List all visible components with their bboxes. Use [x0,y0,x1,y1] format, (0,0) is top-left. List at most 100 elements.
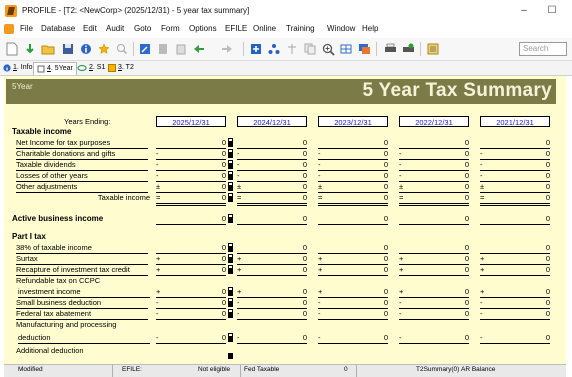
row-label: Refundable tax on CCPC [16,276,101,285]
maximize-button[interactable]: ☐ [540,3,564,19]
calculator-icon[interactable] [155,41,171,57]
amount-value: 0 [302,243,307,252]
menu-options[interactable]: Options [189,24,217,33]
override-marker-icon[interactable] [228,254,233,263]
window-switch-icon[interactable] [356,41,372,57]
amount-value: 0 [302,182,307,191]
menu-goto[interactable]: Goto [134,24,151,33]
add-form-icon[interactable] [248,41,264,57]
amount-value: 0 [545,265,550,274]
override-marker-icon[interactable] [228,298,233,307]
form-banner: 5Year 5 Year Tax Summary [6,79,556,104]
clipboard-icon[interactable] [173,41,189,57]
tab-info[interactable]: 1. Info [3,62,32,74]
section-heading: Part I tax [4,231,566,242]
override-marker-icon[interactable] [228,171,233,180]
tab-s1[interactable]: 2. S1 [77,62,105,74]
amount-field[interactable]: = 0 [156,192,233,206]
override-marker-icon[interactable] [228,353,233,359]
back-arrow-icon[interactable] [191,41,207,57]
operator-sign: - [318,309,321,318]
row-manufacturing: deduction -0-0-0-0-0 [4,332,566,344]
operator-sign: - [237,333,240,342]
edit-icon[interactable] [137,41,153,57]
amount-value: 0 [383,298,388,307]
row-rate38: 38% of taxable income 0 0 0 0 0 [4,242,566,254]
print-preview-icon[interactable] [400,41,416,57]
amount-value: 0 [464,309,469,318]
link-tab-icon [77,64,87,72]
amount-value: 0 [383,138,388,147]
menu-database[interactable]: Database [41,24,75,33]
menu-help[interactable]: Help [362,24,378,33]
tree-view-icon[interactable] [266,41,282,57]
minimize-button[interactable]: – [512,3,536,19]
menu-edit[interactable]: Edit [83,24,97,33]
status-modified: Modified [18,366,43,373]
new-document-icon[interactable] [4,41,20,57]
override-marker-icon[interactable] [228,309,233,318]
row-label: Manufacturing and processing [16,320,117,329]
override-marker-icon[interactable] [228,138,233,147]
override-marker-icon[interactable] [228,287,233,296]
row-label: deduction [18,332,150,344]
import-icon[interactable] [22,41,38,57]
document-menu-icon[interactable] [4,24,14,34]
operator-sign: + [237,254,242,263]
menu-efile[interactable]: EFILE [225,24,247,33]
override-marker-icon[interactable] [228,243,233,252]
override-marker-icon[interactable] [228,160,233,169]
row-charitable: Charitable donations and gifts -0-0-0-0-0 [4,148,566,160]
override-marker-icon[interactable] [228,214,233,223]
star-icon[interactable] [96,41,112,57]
form-code: 5Year [12,82,33,91]
menu-form[interactable]: Form [161,24,180,33]
override-marker-icon[interactable] [228,265,233,274]
amount-value: 0 [383,149,388,158]
save-icon[interactable] [60,41,76,57]
scales-icon[interactable] [284,41,300,57]
operator-sign: - [399,171,402,180]
amount-value: 0 [221,171,226,180]
tab-t2[interactable]: 3. T2 [108,62,134,74]
operator-sign: - [318,171,321,180]
amount-value: 0 [464,138,469,147]
override-marker-icon[interactable] [228,182,233,191]
forward-arrow-icon[interactable] [219,41,235,57]
amount-value: 0 [302,149,307,158]
open-folder-icon[interactable] [40,41,56,57]
amount-value: 0 [545,254,550,263]
tab-5year[interactable]: 4. 5Year [33,62,77,75]
search-input[interactable]: Search [519,42,567,56]
amount-value: 0 [545,298,550,307]
override-marker-icon[interactable] [228,149,233,158]
section-title: Part I tax [12,232,46,241]
zoom-disabled-icon[interactable] [114,41,130,57]
menu-training[interactable]: Training [286,24,315,33]
operator-sign: - [156,333,159,342]
amount-value: 0 [464,287,469,296]
operator-sign: + [237,265,242,274]
row-small-business: Small business deduction -0-0-0-0-0 [4,297,566,309]
menu-online[interactable]: Online [253,24,276,33]
override-marker-icon[interactable] [228,333,233,342]
operator-sign: - [156,160,159,169]
zoom-in-icon[interactable] [320,41,336,57]
menu-file[interactable]: File [20,24,33,33]
menu-window[interactable]: Window [327,24,355,33]
grid-icon[interactable] [338,41,354,57]
copy-icon[interactable] [302,41,318,57]
section-taxable-income: Taxable income [4,126,566,137]
title-bar: PROFILE - [T2: <NewCorp> (2025/12/31) - … [0,0,572,22]
amount-value: 0 [545,149,550,158]
operator-sign: - [399,309,402,318]
print-icon[interactable] [382,41,398,57]
form-view-icon[interactable] [425,41,441,57]
menu-audit[interactable]: Audit [106,24,124,33]
form-tab-icon [37,65,45,73]
amount-field[interactable]: -0 [156,332,233,344]
override-marker-icon[interactable] [228,193,233,202]
amount-field[interactable]: 0 [156,213,233,225]
info-icon[interactable] [78,41,94,57]
amount-value: 0 [221,254,226,263]
